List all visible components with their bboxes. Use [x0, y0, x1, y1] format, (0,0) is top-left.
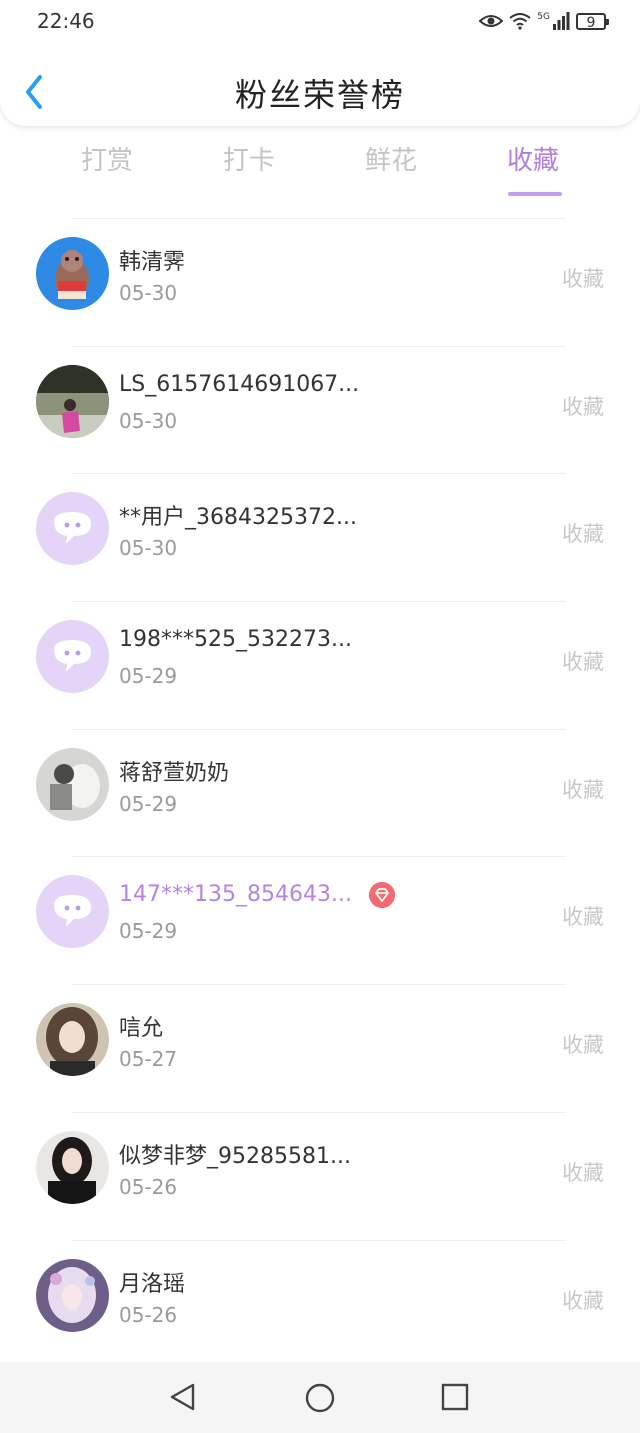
- fan-name: LS_6157614691067...: [119, 371, 360, 397]
- divider: [72, 218, 566, 219]
- divider: [72, 856, 566, 858]
- list-item[interactable]: 198***525_532273... 05-29 收藏: [0, 601, 640, 729]
- tab-flowers[interactable]: 鲜花: [336, 140, 446, 177]
- fan-name: 韩清霁: [119, 250, 186, 275]
- action-label: 收藏: [562, 522, 604, 547]
- avatar: [36, 364, 109, 438]
- fan-date: 05-26: [119, 1174, 178, 1199]
- chat-bubble-icon: [36, 620, 109, 694]
- list-item[interactable]: **用户_3684325372... 05-30 收藏: [0, 473, 640, 601]
- fan-list: 韩清霁 05-30 收藏 LS_6157614691067... 05-30 收…: [0, 218, 640, 1367]
- status-bar: 22:46 5G 9: [0, 0, 640, 44]
- action-label: 收藏: [562, 1160, 604, 1185]
- action-label: 收藏: [562, 267, 604, 291]
- home-circle-icon[interactable]: [304, 1382, 336, 1414]
- tab-label: 打赏: [80, 146, 133, 176]
- fan-date: 05-30: [119, 536, 178, 561]
- list-item[interactable]: LS_6157614691067... 05-30 收藏: [0, 345, 640, 474]
- wifi-icon: [509, 13, 531, 30]
- fan-name: 蒋舒萱奶奶: [119, 760, 230, 786]
- avatar: [36, 1258, 109, 1332]
- divider: [72, 345, 566, 347]
- divider: [72, 601, 566, 603]
- tab-bar: 打赏 打卡 鲜花 收藏: [0, 140, 640, 200]
- action-label: 收藏: [562, 905, 604, 930]
- fan-date: 05-30: [119, 281, 178, 305]
- action-label: 收藏: [562, 777, 604, 802]
- action-label: 收藏: [562, 1288, 604, 1313]
- avatar: [36, 237, 109, 310]
- tab-checkin[interactable]: 打卡: [194, 140, 304, 177]
- list-item[interactable]: 似梦非梦_95285581... 05-26 收藏: [0, 1111, 640, 1240]
- fan-date: 05-26: [119, 1302, 178, 1327]
- tab-reward[interactable]: 打赏: [52, 140, 162, 177]
- header-card: 22:46 5G 9 粉丝荣誉榜: [0, 0, 640, 126]
- fan-name: 月洛瑶: [119, 1271, 186, 1297]
- list-item[interactable]: 唁允 05-27 收藏: [0, 984, 640, 1112]
- tab-favorites[interactable]: 收藏: [478, 140, 588, 196]
- divider: [72, 473, 566, 475]
- fan-name: **用户_3684325372...: [119, 505, 357, 531]
- list-item[interactable]: 蒋舒萱奶奶 05-29 收藏: [0, 728, 640, 857]
- system-nav-bar: [0, 1362, 640, 1433]
- eye-icon: [479, 15, 504, 27]
- active-tab-indicator: [508, 192, 562, 196]
- list-item[interactable]: 韩清霁 05-30 收藏: [0, 218, 640, 346]
- recents-square-icon[interactable]: [441, 1383, 469, 1411]
- divider: [72, 1239, 566, 1241]
- divider: [72, 728, 566, 730]
- signal-icon: [553, 12, 570, 30]
- fan-date: 05-29: [119, 919, 178, 944]
- gem-icon: [369, 882, 395, 909]
- fan-date: 05-30: [119, 408, 178, 433]
- fan-name: 198***525_532273...: [119, 627, 352, 653]
- divider: [72, 1111, 566, 1113]
- avatar: [36, 747, 109, 821]
- avatar: [36, 1130, 109, 1204]
- chat-bubble-icon: [36, 875, 109, 949]
- list-item[interactable]: 147***135_854643... 05-29 收藏: [0, 856, 640, 984]
- action-label: 收藏: [562, 1033, 604, 1058]
- chat-bubble-icon: [36, 492, 109, 566]
- fan-date: 05-27: [119, 1047, 178, 1072]
- divider: [72, 984, 566, 986]
- tab-label: 鲜花: [364, 146, 417, 176]
- action-label: 收藏: [562, 394, 604, 419]
- tab-label: 打卡: [222, 146, 275, 176]
- back-triangle-icon[interactable]: [168, 1382, 198, 1412]
- page-title: 粉丝荣誉榜: [234, 76, 405, 114]
- tab-label: 收藏: [506, 146, 559, 176]
- battery-icon: 9: [576, 12, 609, 31]
- status-time: 22:46: [37, 9, 95, 33]
- fan-date: 05-29: [119, 664, 178, 689]
- fan-date: 05-29: [119, 791, 178, 816]
- action-label: 收藏: [562, 650, 604, 675]
- fan-name: 唁允: [119, 1016, 164, 1042]
- fan-name: 似梦非梦_95285581...: [119, 1143, 351, 1169]
- avatar: [36, 1003, 109, 1077]
- fan-name: 147***135_854643...: [119, 882, 352, 908]
- list-item[interactable]: 月洛瑶 05-26 收藏: [0, 1239, 640, 1368]
- network-type: 5G: [537, 11, 550, 22]
